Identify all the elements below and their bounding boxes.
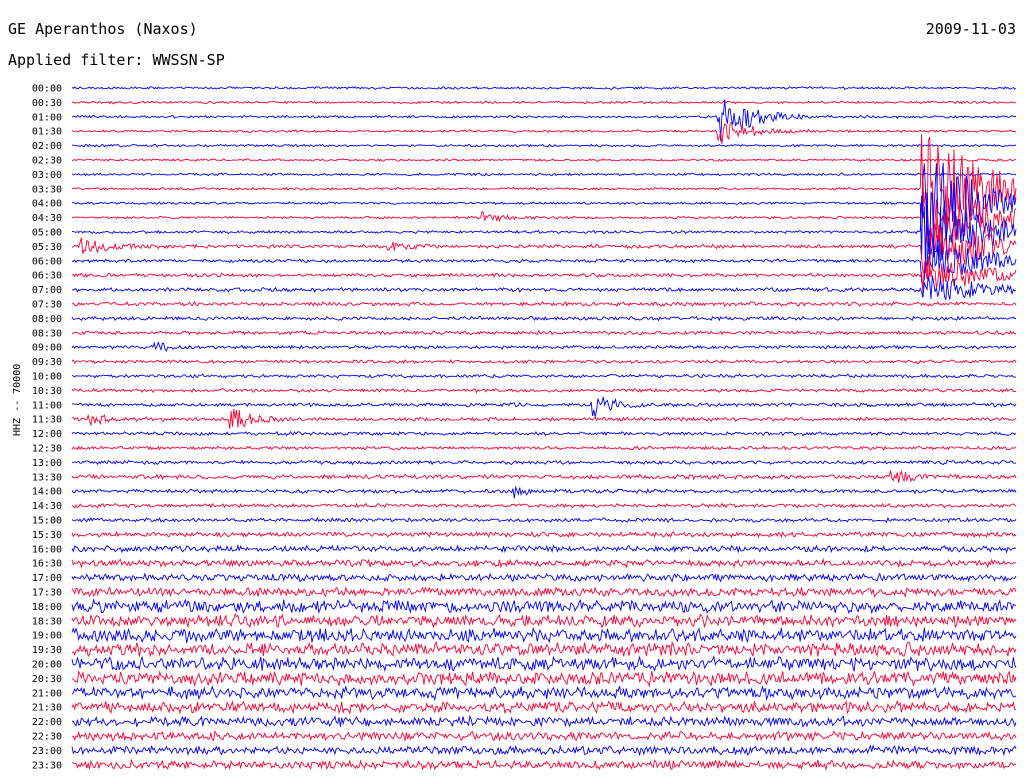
row-time-label: 01:00	[32, 112, 62, 123]
row-time-label: 11:30	[32, 415, 62, 426]
trace-row	[71, 544, 1017, 554]
row-time-label: 11:00	[32, 400, 62, 411]
trace-row	[71, 744, 1017, 757]
row-time-label: 23:00	[32, 746, 62, 757]
row-time-label: 00:30	[32, 98, 62, 109]
row-time-label: 08:30	[32, 328, 62, 339]
trace-row	[71, 275, 1017, 301]
trace-row	[71, 516, 1017, 524]
row-time-label: 01:30	[32, 127, 62, 138]
trace-row	[71, 373, 1016, 379]
row-time-label: 23:30	[32, 760, 62, 771]
row-time-label: 18:30	[32, 616, 62, 627]
trace-row	[71, 598, 1017, 615]
trace-row	[71, 396, 1017, 417]
trace-row	[71, 172, 1017, 177]
row-time-label: 13:30	[32, 472, 62, 483]
row-time-label: 19:00	[32, 631, 62, 642]
trace-row	[71, 700, 1017, 715]
row-time-label: 10:30	[32, 386, 62, 397]
trace-row	[71, 684, 1017, 702]
trace-row	[71, 174, 1017, 255]
trace-row	[71, 99, 1017, 142]
row-time-label: 02:30	[32, 156, 62, 167]
trace-row	[71, 572, 1017, 583]
trace-row	[71, 469, 1017, 483]
row-time-label: 14:00	[32, 487, 62, 498]
trace-row	[71, 640, 1017, 658]
trace-row	[71, 586, 1017, 599]
trace-row	[71, 626, 1017, 644]
trace-row	[71, 329, 1017, 336]
trace-row	[71, 134, 1017, 240]
row-time-label: 04:30	[32, 213, 62, 224]
trace-row	[71, 158, 1017, 163]
row-time-label: 17:00	[32, 573, 62, 584]
trace-row	[71, 730, 1017, 742]
row-time-label: 22:30	[32, 732, 62, 743]
trace-row	[71, 300, 1017, 307]
trace-row	[71, 408, 1017, 429]
row-time-label: 21:00	[32, 688, 62, 699]
trace-row	[71, 85, 1017, 90]
trace-row	[71, 758, 1017, 771]
trace-row	[71, 100, 1017, 105]
row-time-label: 16:00	[32, 544, 62, 555]
row-time-label: 02:00	[32, 141, 62, 152]
trace-row	[71, 430, 1017, 437]
trace-row	[71, 387, 1017, 394]
row-time-label: 05:00	[32, 228, 62, 239]
trace-row	[71, 485, 1017, 499]
row-time-label: 09:30	[32, 357, 62, 368]
row-time-label: 03:30	[32, 184, 62, 195]
row-time-label: 15:30	[32, 530, 62, 541]
trace-row	[71, 530, 1017, 539]
trace-row	[71, 557, 1017, 569]
row-time-label: 18:00	[32, 602, 62, 613]
row-time-label: 13:00	[32, 458, 62, 469]
row-time-label: 10:00	[32, 372, 62, 383]
trace-row	[71, 143, 1017, 148]
trace-row	[71, 459, 1017, 466]
trace-row	[71, 655, 1017, 673]
row-time-label: 21:30	[32, 703, 62, 714]
row-time-label: 06:00	[32, 256, 62, 267]
row-time-label: 12:00	[32, 429, 62, 440]
trace-row	[71, 502, 1017, 509]
helicorder-plot: 00:00 00:30 01:00 01:30 02:00 02:30 03:00 03:30…	[32, 84, 1017, 771]
row-time-label: 22:00	[32, 717, 62, 728]
trace-row	[71, 358, 1017, 365]
trace-row	[71, 341, 1017, 353]
row-time-label: 20:00	[32, 660, 62, 671]
row-time-label: 06:30	[32, 271, 62, 282]
row-time-label: 15:00	[32, 516, 62, 527]
row-time-label: 20:30	[32, 674, 62, 685]
row-time-label: 19:30	[32, 645, 62, 656]
row-time-label: 00:00	[32, 84, 62, 95]
trace-row	[71, 445, 1017, 451]
row-time-label: 12:30	[32, 444, 62, 455]
row-time-label: 07:00	[32, 285, 62, 296]
trace-row	[71, 121, 1017, 145]
trace-row	[71, 315, 1016, 322]
row-time-label: 05:30	[32, 242, 62, 253]
row-time-label: 16:30	[32, 559, 62, 570]
row-time-label: 04:00	[32, 199, 62, 210]
row-time-label: 07:30	[32, 300, 62, 311]
row-time-label: 09:00	[32, 343, 62, 354]
row-time-label: 03:00	[32, 170, 62, 181]
trace-row	[71, 715, 1017, 728]
row-time-label: 14:30	[32, 501, 62, 512]
trace-row	[71, 670, 1017, 688]
row-time-label: 17:30	[32, 588, 62, 599]
row-time-label: 08:00	[32, 314, 62, 325]
trace-row	[71, 612, 1017, 629]
